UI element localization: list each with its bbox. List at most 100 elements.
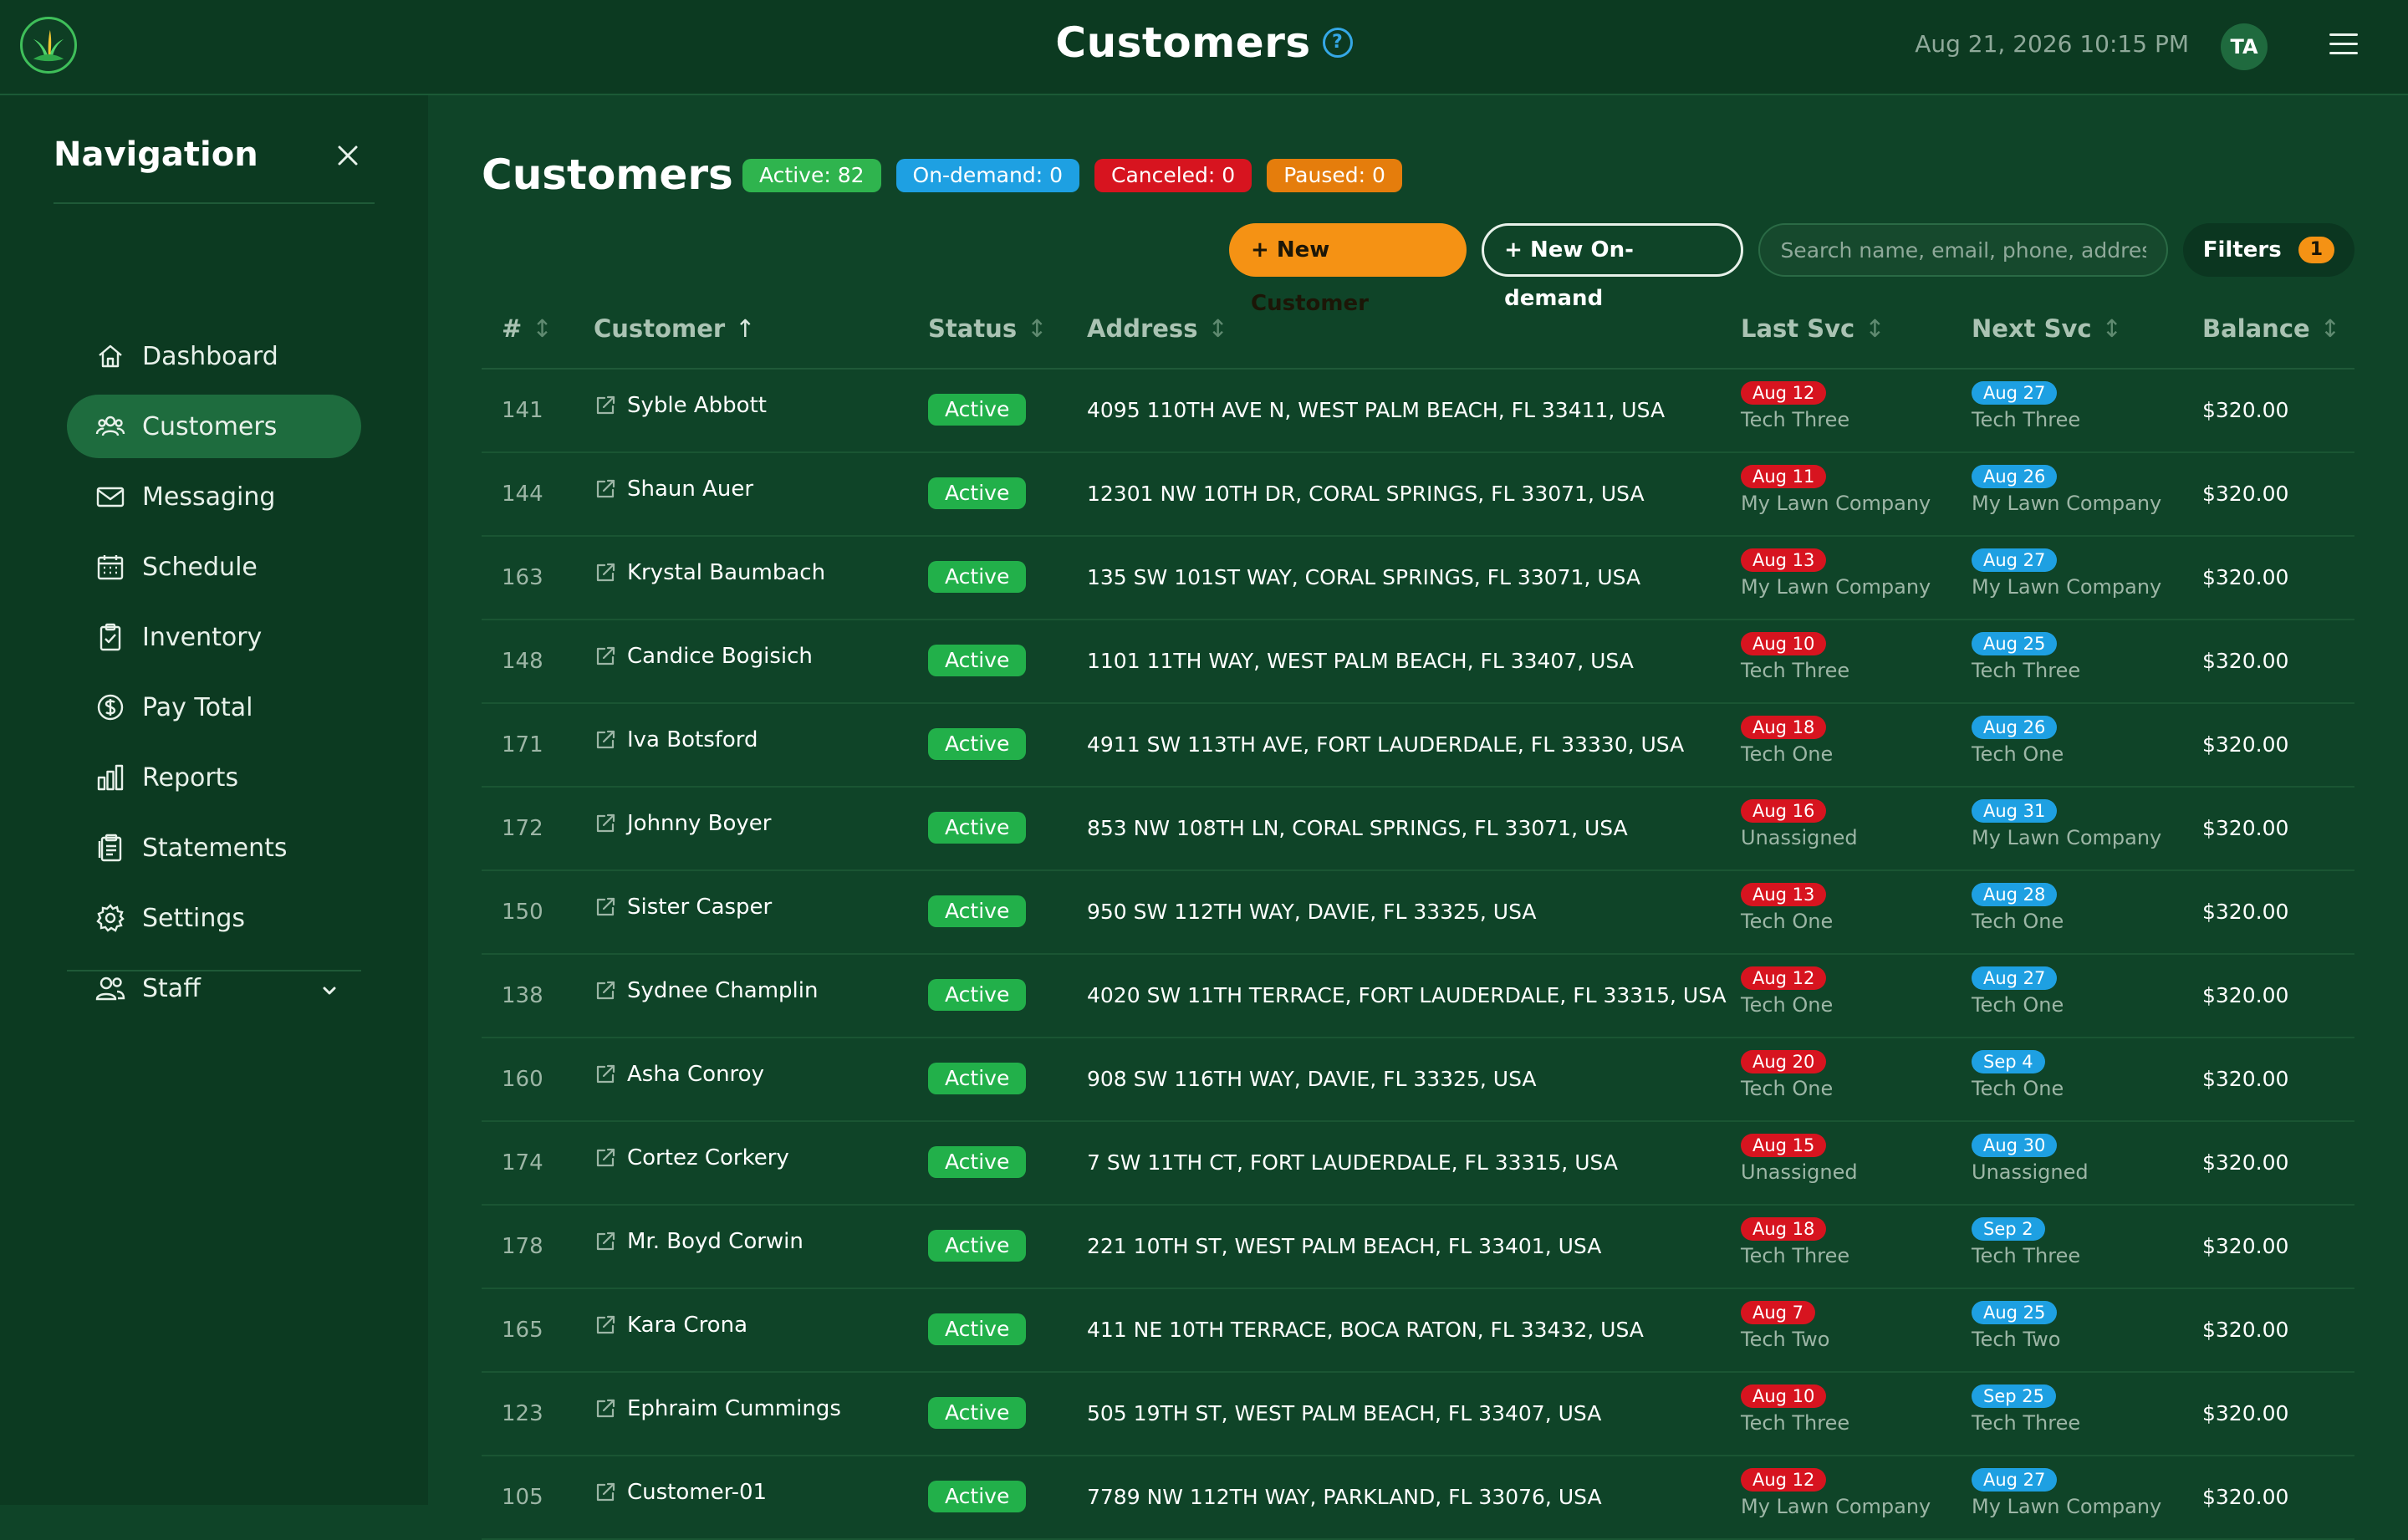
customer-link[interactable]: Asha Conroy [594,1062,764,1087]
sidebar-item-label: Customers [142,411,278,441]
table-row[interactable]: 105 Customer-01 Active 7789 NW 112TH WAY… [482,1456,2354,1540]
customer-link[interactable]: Sister Casper [594,895,772,920]
column-header-num[interactable]: # ↕ [502,314,553,343]
badge-canceled[interactable]: Canceled: 0 [1094,159,1252,192]
clipboard-icon [95,622,125,652]
table-row[interactable]: 138 Sydnee Champlin Active 4020 SW 11TH … [482,955,2354,1038]
column-header-last-svc[interactable]: Last Svc ↕ [1741,314,1885,343]
table-row[interactable]: 144 Shaun Auer Active 12301 NW 10TH DR, … [482,453,2354,537]
last-service-date: Aug 18 [1741,716,1827,739]
table-row[interactable]: 163 Krystal Baumbach Active 135 SW 101ST… [482,537,2354,620]
last-service: Aug 7 Tech Two [1741,1301,1829,1351]
new-ondemand-button[interactable]: + New On-demand [1482,223,1744,311]
sidebar-item-pay-total[interactable]: Pay Total [67,676,361,739]
table-row[interactable]: 178 Mr. Boyd Corwin Active 221 10TH ST, … [482,1206,2354,1289]
last-service: Aug 10 Tech Three [1741,632,1849,682]
chevron-down-icon[interactable] [319,978,339,998]
customer-link[interactable]: Syble Abbott [594,393,767,418]
external-link-icon[interactable] [594,1230,617,1253]
customer-link[interactable]: Candice Bogisich [594,644,813,669]
customer-address: 505 19TH ST, WEST PALM BEACH, FL 33407, … [1087,1401,1602,1425]
customer-link[interactable]: Kara Crona [594,1313,747,1338]
column-header-customer[interactable]: Customer ↑ [594,314,755,343]
customer-name: Sister Casper [627,895,773,920]
customer-link[interactable]: Johnny Boyer [594,811,771,836]
search-input[interactable] [1758,223,2168,277]
status-badge: Active [928,394,1027,426]
external-link-icon[interactable] [594,1397,617,1420]
column-header-status[interactable]: Status ↕ [928,314,1047,343]
last-service-tech: My Lawn Company [1741,575,1931,599]
table-row[interactable]: 148 Candice Bogisich Active 1101 11TH WA… [482,620,2354,704]
filters-count-badge: 1 [2298,237,2334,263]
main-content: Customers Active: 82 On-demand: 0 Cancel… [482,95,2354,1540]
external-link-icon[interactable] [594,477,617,501]
external-link-icon[interactable] [594,1481,617,1504]
sort-icon: ↕ [1207,314,1228,343]
table-row[interactable]: 171 Iva Botsford Active 4911 SW 113TH AV… [482,704,2354,788]
column-header-next-svc[interactable]: Next Svc ↕ [1972,314,2122,343]
column-header-balance[interactable]: Balance ↕ [2202,314,2340,343]
customer-link[interactable]: Customer-01 [594,1480,767,1505]
sidebar-item-inventory[interactable]: Inventory [67,605,361,669]
hamburger-menu-icon[interactable] [2329,33,2358,59]
close-icon[interactable] [331,139,365,172]
external-link-icon[interactable] [594,1146,617,1170]
page-title: Customers [482,150,733,199]
customer-address: 411 NE 10TH TERRACE, BOCA RATON, FL 3343… [1087,1318,1644,1342]
table-row[interactable]: 160 Asha Conroy Active 908 SW 116TH WAY,… [482,1038,2354,1122]
external-link-icon[interactable] [594,561,617,584]
sidebar-item-reports[interactable]: Reports [67,746,361,809]
customer-link[interactable]: Mr. Boyd Corwin [594,1229,804,1254]
next-service: Aug 26 Tech One [1972,716,2064,766]
external-link-icon[interactable] [594,1063,617,1086]
table-row[interactable]: 141 Syble Abbott Active 4095 110TH AVE N… [482,370,2354,453]
customer-link[interactable]: Krystal Baumbach [594,560,825,585]
next-service-tech: Tech One [1972,1077,2064,1100]
external-link-icon[interactable] [594,979,617,1002]
customer-link[interactable]: Cortez Corkery [594,1145,789,1170]
external-link-icon[interactable] [594,895,617,919]
customer-link[interactable]: Iva Botsford [594,727,758,752]
sidebar-item-label: Pay Total [142,692,253,722]
customer-balance: $320.00 [2202,1318,2289,1342]
sidebar-item-schedule[interactable]: Schedule [67,535,361,599]
next-service: Aug 27 Tech Three [1972,381,2080,431]
customer-name: Syble Abbott [627,393,767,418]
external-link-icon[interactable] [594,394,617,417]
sidebar-item-label: Statements [142,833,288,863]
badge-ondemand[interactable]: On-demand: 0 [895,159,1079,192]
customer-link[interactable]: Shaun Auer [594,477,753,502]
sidebar-item-messaging[interactable]: Messaging [67,465,361,528]
external-link-icon[interactable] [594,812,617,835]
last-service-date: Aug 13 [1741,548,1827,572]
customer-link[interactable]: Ephraim Cummings [594,1396,841,1421]
customer-link[interactable]: Sydnee Champlin [594,978,818,1003]
sidebar-item-staff[interactable]: Staff [67,956,361,1020]
external-link-icon[interactable] [594,728,617,752]
user-avatar[interactable]: TA [2221,23,2268,70]
table-row[interactable]: 123 Ephraim Cummings Active 505 19TH ST,… [482,1373,2354,1456]
sort-icon: ↕ [2319,314,2340,343]
table-row[interactable]: 150 Sister Casper Active 950 SW 112TH WA… [482,871,2354,955]
external-link-icon[interactable] [594,1313,617,1337]
column-header-address[interactable]: Address ↕ [1087,314,1228,343]
sidebar-item-dashboard[interactable]: Dashboard [67,324,361,388]
external-link-icon[interactable] [594,645,617,668]
badge-active[interactable]: Active: 82 [742,159,881,192]
table-row[interactable]: 174 Cortez Corkery Active 7 SW 11TH CT, … [482,1122,2354,1206]
filters-button[interactable]: Filters 1 [2182,223,2354,277]
last-service-tech: Unassigned [1741,826,1858,849]
document-icon [95,833,125,863]
table-row[interactable]: 172 Johnny Boyer Active 853 NW 108TH LN,… [482,788,2354,871]
status-badges: Active: 82 On-demand: 0 Canceled: 0 Paus… [742,159,1417,192]
next-service-date: Sep 2 [1972,1217,2045,1241]
sidebar-item-customers[interactable]: Customers [67,395,361,458]
sidebar-item-settings[interactable]: Settings [67,886,361,950]
table-row[interactable]: 165 Kara Crona Active 411 NE 10TH TERRAC… [482,1289,2354,1373]
help-icon[interactable]: ? [1322,27,1353,58]
customer-number: 144 [502,482,543,507]
new-customer-button[interactable]: + New Customer [1229,223,1467,316]
badge-paused[interactable]: Paused: 0 [1267,159,1402,192]
sidebar-item-statements[interactable]: Statements [67,816,361,880]
